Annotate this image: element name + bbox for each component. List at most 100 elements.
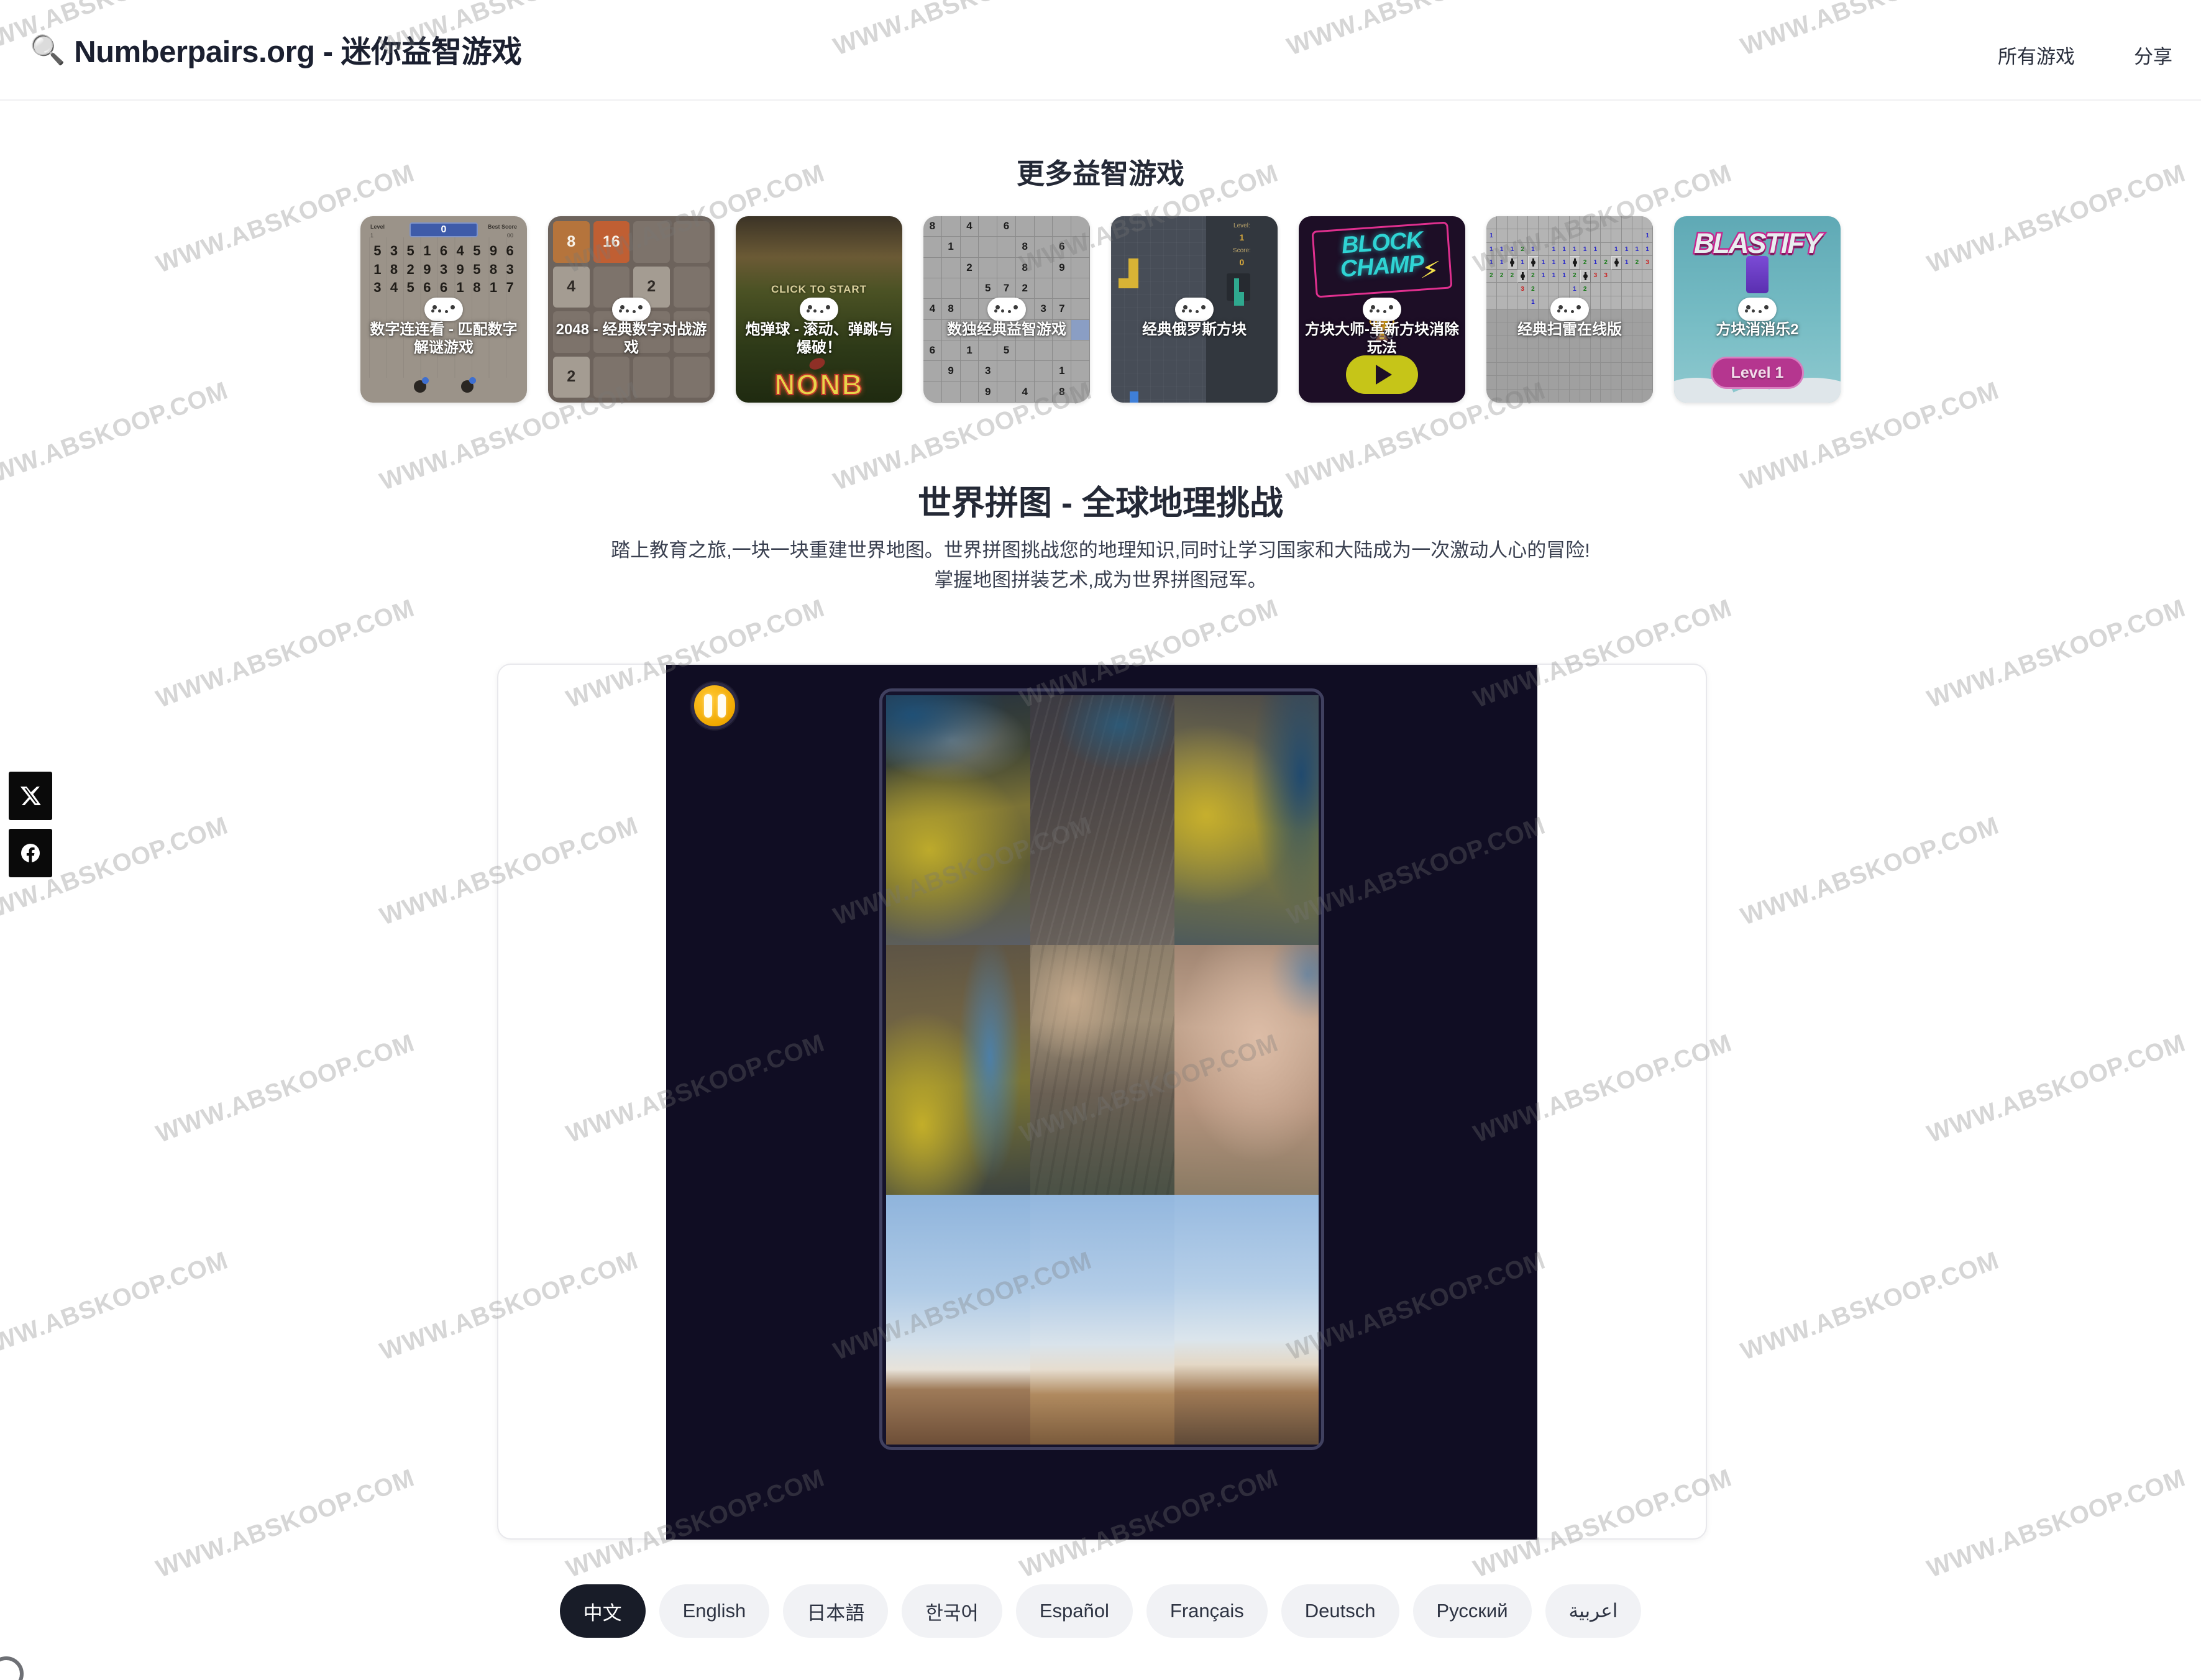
piece-3-3[interactable] — [1174, 1195, 1319, 1445]
game-canvas[interactable] — [666, 665, 1537, 1540]
piece-1-3[interactable] — [1174, 695, 1319, 945]
game-card-minesweeper[interactable]: 1111121111111111111111212123222211123332… — [1486, 216, 1653, 403]
card4-cell — [923, 361, 942, 382]
language-option-0[interactable]: 中文 — [559, 1584, 646, 1638]
magnifier-icon: 🔍 — [30, 33, 66, 66]
card7-cell — [1580, 389, 1591, 403]
language-option-6[interactable]: Deutsch — [1281, 1584, 1399, 1638]
card4-cell — [1015, 216, 1035, 237]
puzzle-board[interactable] — [879, 688, 1324, 1450]
card4-cell — [1071, 340, 1090, 362]
card7-cell: 2 — [1517, 242, 1528, 257]
nav-share[interactable]: 分享 — [2134, 41, 2172, 69]
card7-cell — [1632, 296, 1643, 309]
brand-logo[interactable]: 🔍 Numberpairs.org - 迷你益智游戏 — [30, 27, 522, 71]
card4-cell: 3 — [1034, 299, 1053, 320]
card7-cell — [1642, 349, 1653, 363]
piece-2-2[interactable] — [1030, 945, 1174, 1195]
card1-cell: 5 — [473, 243, 481, 258]
language-option-4[interactable]: Español — [1015, 1584, 1133, 1638]
piece-1-2[interactable] — [1030, 695, 1174, 945]
language-option-3[interactable]: 한국어 — [902, 1584, 1002, 1638]
card4-cell — [960, 237, 979, 258]
card2-tile — [673, 221, 710, 263]
card7-cell: 1 — [1632, 242, 1643, 257]
game-card-label: 2048 - 经典数字对战游戏 — [556, 321, 707, 357]
piece-3-2[interactable] — [1030, 1195, 1174, 1445]
card7-cell — [1538, 362, 1549, 377]
card4-cell: 4 — [960, 216, 979, 237]
card4-cell — [997, 257, 1016, 278]
card7-cell — [1517, 229, 1528, 243]
card7-cell: 1 — [1538, 256, 1549, 270]
card7-cell — [1528, 389, 1539, 403]
card4-cell — [1071, 299, 1090, 320]
card7-cell — [1496, 229, 1508, 243]
card7-cell — [1570, 256, 1580, 270]
card1-cell: 1 — [489, 280, 498, 295]
card7-cell — [1496, 216, 1508, 230]
card7-cell — [1486, 283, 1497, 296]
piece-1-1[interactable] — [886, 695, 1030, 945]
card7-cell — [1632, 349, 1643, 363]
game-card-blastify[interactable]: BLASTIFY Level 1 方块消消乐2 — [1674, 216, 1841, 403]
game-card-sudoku[interactable]: 8461862895724837764615931948 数独经典益智游戏 — [923, 216, 1090, 403]
language-selector: 中文 English 日本語 한국어 Español Français Deutsch Рус… — [0, 1584, 2201, 1638]
game-card-2048[interactable]: 8 16 4 2 2 2048 - 经典数字对战游戏 — [548, 216, 715, 403]
card7-cell — [1611, 376, 1622, 390]
card7-cell: 1 — [1486, 256, 1497, 270]
card7-cell: 2 — [1601, 256, 1611, 270]
card7-cell — [1621, 389, 1632, 403]
card2-tile — [593, 356, 629, 398]
card4-cell — [1034, 381, 1053, 403]
gamepad-icon — [612, 298, 651, 321]
watermark-text: WWW.ABSKOOP.COM — [152, 1029, 418, 1148]
card7-cell — [1486, 349, 1497, 363]
language-option-2[interactable]: 日本語 — [783, 1584, 889, 1638]
card4-cell: 9 — [1053, 257, 1072, 278]
card7-cell — [1642, 216, 1653, 230]
card7-cell — [1549, 362, 1560, 377]
social-share-rail — [9, 772, 52, 877]
card1-cell: 8 — [489, 261, 498, 277]
game-card-cannonball[interactable]: CLICK TO START NONB 炮弹球 - 滚动、弹跳与爆破！ — [736, 216, 902, 403]
piece-3-1[interactable] — [886, 1195, 1030, 1445]
card1-cell: 9 — [489, 243, 498, 258]
card7-cell — [1507, 349, 1518, 363]
card7-cell — [1632, 229, 1643, 243]
site-title: Numberpairs.org - 迷你益智游戏 — [74, 35, 522, 69]
card4-cell: 2 — [1015, 278, 1035, 299]
card4-cell — [1071, 361, 1090, 382]
pause-button[interactable] — [691, 682, 738, 729]
card1-cell: 5 — [473, 261, 481, 277]
card1-cell: 6 — [506, 243, 514, 258]
card7-cell: 1 — [1496, 256, 1508, 270]
language-option-8[interactable]: اعربية — [1545, 1584, 1642, 1638]
language-option-7[interactable]: Русский — [1412, 1584, 1532, 1638]
card4-cell — [997, 361, 1016, 382]
card7-cell: 1 — [1621, 242, 1632, 257]
card4-cell — [1034, 257, 1053, 278]
card7-cell — [1611, 349, 1622, 363]
piece-2-3[interactable] — [1174, 945, 1319, 1195]
card8-level-button: Level 1 — [1711, 357, 1804, 389]
card7-cell: 3 — [1601, 269, 1611, 283]
card7-cell — [1549, 229, 1560, 243]
card7-cell — [1496, 389, 1508, 403]
language-option-1[interactable]: English — [659, 1584, 770, 1638]
share-x-button[interactable] — [9, 772, 52, 820]
card7-cell: 1 — [1507, 242, 1518, 257]
language-option-5[interactable]: Français — [1146, 1584, 1268, 1638]
nav-all-games[interactable]: 所有游戏 — [1998, 41, 2075, 69]
card4-cell: 9 — [979, 381, 998, 403]
game-card-label: 方块消消乐2 — [1716, 321, 1799, 338]
card7-cell — [1601, 296, 1611, 309]
piece-2-1[interactable] — [886, 945, 1030, 1195]
game-card-number-match[interactable]: Level 1 0 Best Score 00 5351645961829395… — [360, 216, 527, 403]
card4-cell: 8 — [941, 299, 961, 320]
share-facebook-button[interactable] — [9, 829, 52, 877]
game-card-block-champ[interactable]: BLOCK CHAMP ⚡ 🏆 309 方块大师-革新方块消除玩法 — [1299, 216, 1465, 403]
card7-cell — [1517, 216, 1528, 230]
game-card-tetris[interactable]: Level: 1 Score: 0 经典俄罗斯方块 — [1111, 216, 1278, 403]
card7-cell — [1601, 389, 1611, 403]
